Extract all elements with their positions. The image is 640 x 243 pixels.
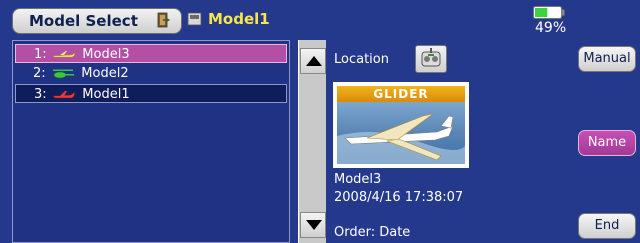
list-scrollbar[interactable] <box>298 40 326 243</box>
location-label: Location <box>334 52 389 67</box>
airplane-icon <box>52 90 76 98</box>
model-list: 1: Model3 2: Model2 3: Model1 <box>12 40 290 243</box>
list-item-index: 3: <box>34 87 47 102</box>
transmitter-icon <box>421 48 441 67</box>
glider-plane-icon <box>52 50 76 57</box>
list-item-index: 2: <box>33 66 46 81</box>
manual-button[interactable]: Manual <box>578 46 636 72</box>
helicopter-icon <box>53 69 75 78</box>
list-item-model3[interactable]: 1: Model3 <box>15 44 287 63</box>
arrow-up-icon <box>306 56 322 66</box>
detail-model-name: Model3 <box>334 172 382 187</box>
end-button[interactable]: End <box>578 213 636 239</box>
current-model-name: Model1 <box>208 10 270 28</box>
title-label: Model Select <box>29 12 138 30</box>
current-model-badge-icon <box>187 12 202 26</box>
name-button[interactable]: Name <box>578 130 636 156</box>
battery-icon <box>533 6 565 19</box>
glider-photo-icon <box>337 113 465 164</box>
list-item-model1[interactable]: 3: Model1 <box>15 84 287 103</box>
list-item-model2[interactable]: 2: Model2 <box>15 64 287 83</box>
battery-percent: 49% <box>535 20 567 36</box>
location-transmitter-button[interactable] <box>415 45 447 73</box>
model-picture: GLIDER <box>333 82 469 168</box>
sort-order-label[interactable]: Order: Date <box>334 225 410 240</box>
scroll-down-button[interactable] <box>300 212 326 238</box>
list-item-label: Model3 <box>82 47 130 62</box>
list-item-label: Model2 <box>81 66 129 81</box>
scroll-up-button[interactable] <box>300 48 326 74</box>
battery-fill <box>535 8 548 17</box>
arrow-down-icon <box>306 220 322 230</box>
list-item-label: Model1 <box>82 87 130 102</box>
list-item-index: 1: <box>34 47 47 62</box>
detail-date-time: 2008/4/16 17:38:07 <box>334 190 464 205</box>
door-exit-icon <box>157 12 170 28</box>
model-select-title-button[interactable]: Model Select <box>12 8 182 34</box>
